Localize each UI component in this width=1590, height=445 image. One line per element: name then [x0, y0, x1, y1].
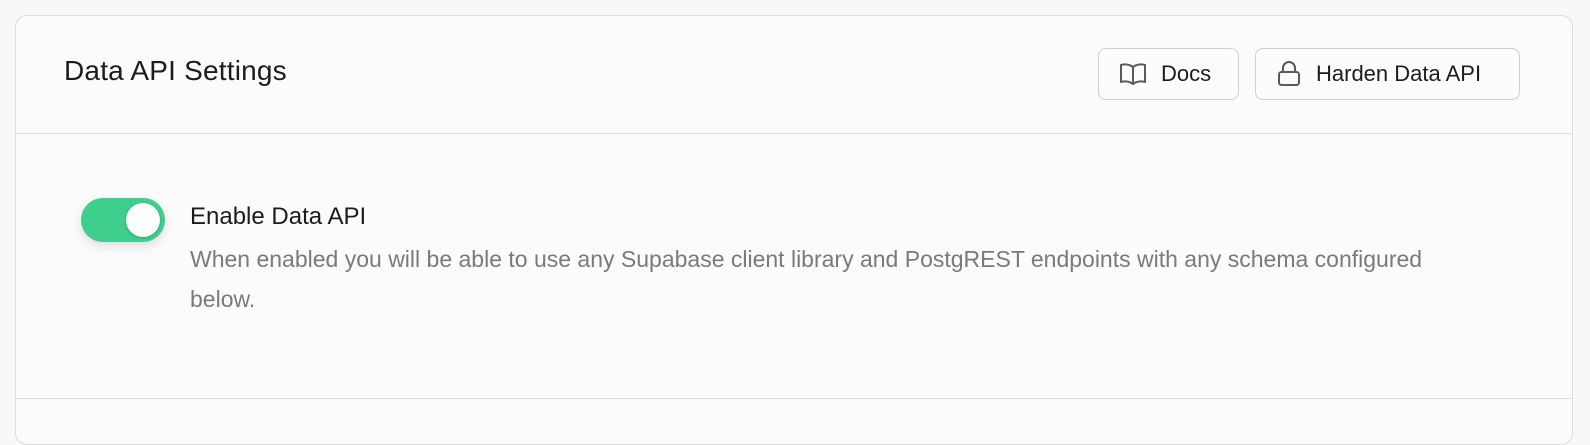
harden-data-api-button[interactable]: Harden Data API [1255, 48, 1520, 100]
setting-text: Enable Data API When enabled you will be… [190, 203, 1480, 319]
card-header: Data API Settings Docs Harden Data API [16, 16, 1572, 134]
setting-label: Enable Data API [190, 203, 367, 230]
harden-button-label: Harden Data API [1316, 61, 1482, 86]
page-title: Data API Settings [64, 55, 287, 86]
header-actions: Docs Harden Data API [1098, 48, 1520, 100]
docs-button[interactable]: Docs [1098, 48, 1239, 100]
enable-data-api-toggle[interactable] [81, 198, 165, 242]
book-icon [1119, 62, 1147, 86]
docs-button-label: Docs [1161, 61, 1212, 86]
setting-description: When enabled you will be able to use any… [190, 246, 1423, 312]
data-api-settings-card: Data API Settings Docs Harden Data API E… [15, 15, 1573, 445]
enable-data-api-section: Enable Data API When enabled you will be… [16, 134, 1572, 399]
toggle-knob [126, 203, 160, 237]
lock-icon [1276, 60, 1302, 88]
